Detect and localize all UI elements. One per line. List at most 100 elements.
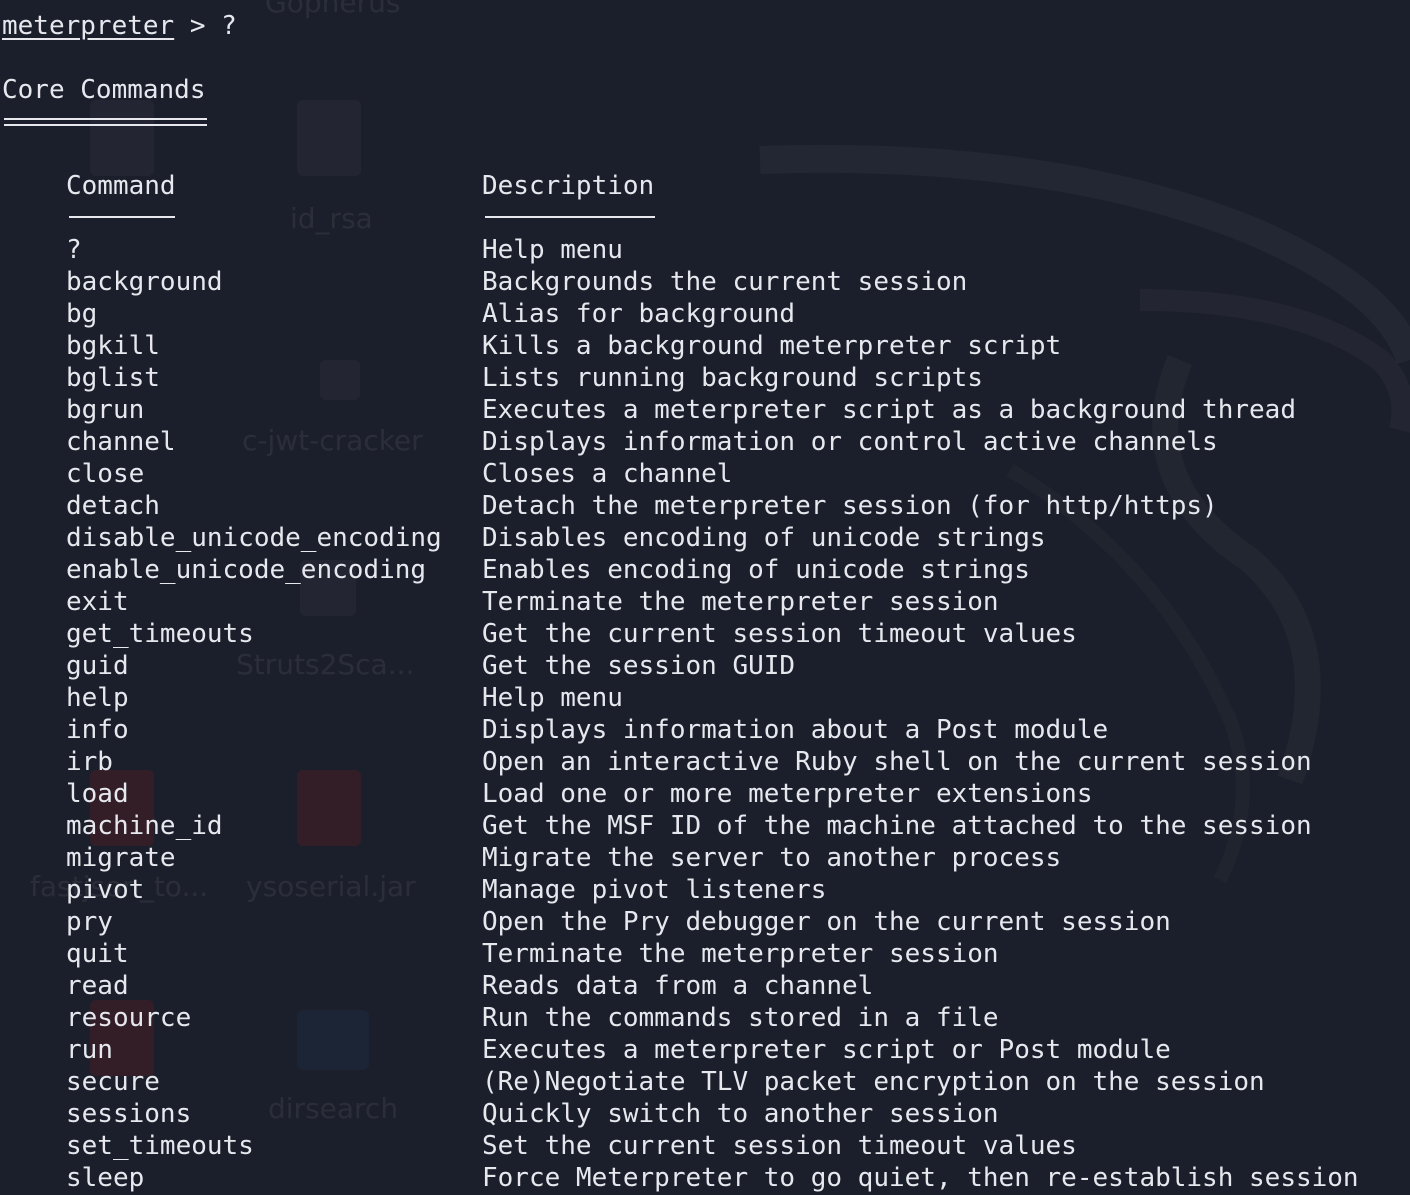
table-row: load Load one or more meterpreter extensi… xyxy=(0,778,1410,810)
command-name: get_timeouts xyxy=(66,619,254,649)
command-name: quit xyxy=(66,939,129,969)
command-description: Detach the meterpreter session (for http… xyxy=(482,491,1218,521)
command-name: migrate xyxy=(66,843,176,873)
command-description: Load one or more meterpreter extensions xyxy=(482,779,1093,809)
terminal-output[interactable]: meterpreter > ? Core Commands Command De… xyxy=(0,0,1410,1195)
command-description: Manage pivot listeners xyxy=(482,875,827,905)
command-name: disable_unicode_encoding xyxy=(66,523,442,553)
table-row: read Reads data from a channel xyxy=(0,970,1410,1002)
table-row: close Closes a channel xyxy=(0,458,1410,490)
command-description: Displays information or control active c… xyxy=(482,427,1218,457)
command-description: Get the current session timeout values xyxy=(482,619,1077,649)
command-name: ? xyxy=(66,235,82,265)
command-description: Backgrounds the current session xyxy=(482,267,968,297)
command-name: sleep xyxy=(66,1163,145,1193)
table-row: ? Help menu xyxy=(0,234,1410,266)
command-name: irb xyxy=(66,747,113,777)
table-row: bg Alias for background xyxy=(0,298,1410,330)
prompt-input: > ? xyxy=(174,11,237,41)
command-description: Run the commands stored in a file xyxy=(482,1003,999,1033)
table-row: detach Detach the meterpreter session (fo… xyxy=(0,490,1410,522)
command-description: Help menu xyxy=(482,683,623,713)
command-name: guid xyxy=(66,651,129,681)
command-description: Open the Pry debugger on the current ses… xyxy=(482,907,1171,937)
command-description: Quickly switch to another session xyxy=(482,1099,999,1129)
command-description: Migrate the server to another process xyxy=(482,843,1062,873)
table-row: migrate Migrate the server to another pro… xyxy=(0,842,1410,874)
table-row: set_timeouts Set the current session time… xyxy=(0,1130,1410,1162)
command-description: Reads data from a channel xyxy=(482,971,874,1001)
command-name: exit xyxy=(66,587,129,617)
column-header-description: Description xyxy=(482,171,655,201)
command-description: Alias for background xyxy=(482,299,796,329)
column-header-command: Command xyxy=(66,171,176,201)
table-row: machine_id Get the MSF ID of the machine … xyxy=(0,810,1410,842)
table-row: bglist Lists running background scripts xyxy=(0,362,1410,394)
table-row: run Executes a meterpreter script or Post… xyxy=(0,1034,1410,1066)
command-description: Executes a meterpreter script as a backg… xyxy=(482,395,1296,425)
command-name: bglist xyxy=(66,363,160,393)
command-description: Get the MSF ID of the machine attached t… xyxy=(482,811,1312,841)
command-description: Kills a background meterpreter script xyxy=(482,331,1062,361)
table-row: background Backgrounds the current sessio… xyxy=(0,266,1410,298)
command-description: Help menu xyxy=(482,235,623,265)
command-description: Displays information about a Post module xyxy=(482,715,1109,745)
command-name: background xyxy=(66,267,223,297)
section-title-underline xyxy=(4,118,207,126)
command-name: bg xyxy=(66,299,98,329)
command-description: Set the current session timeout values xyxy=(482,1131,1077,1161)
table-row: enable_unicode_encoding Enables encoding … xyxy=(0,554,1410,586)
command-name: pry xyxy=(66,907,113,937)
table-row: pry Open the Pry debugger on the current … xyxy=(0,906,1410,938)
table-row: exit Terminate the meterpreter session xyxy=(0,586,1410,618)
command-name: pivot xyxy=(66,875,145,905)
table-row: get_timeouts Get the current session time… xyxy=(0,618,1410,650)
command-name: channel xyxy=(66,427,176,457)
table-row: quit Terminate the meterpreter session xyxy=(0,938,1410,970)
table-row: sessions Quickly switch to another sessio… xyxy=(0,1098,1410,1130)
command-description: Disables encoding of unicode strings xyxy=(482,523,1046,553)
table-row: secure (Re)Negotiate TLV packet encryptio… xyxy=(0,1066,1410,1098)
command-name: load xyxy=(66,779,129,809)
table-row: disable_unicode_encoding Disables encodin… xyxy=(0,522,1410,554)
command-name: sessions xyxy=(66,1099,192,1129)
table-row: irb Open an interactive Ruby shell on the… xyxy=(0,746,1410,778)
command-description: Lists running background scripts xyxy=(482,363,983,393)
command-description: Closes a channel xyxy=(482,459,733,489)
command-description: Terminate the meterpreter session xyxy=(482,939,999,969)
table-row: help Help menu xyxy=(0,682,1410,714)
table-row: sleep Force Meterpreter to go quiet, then… xyxy=(0,1162,1410,1194)
command-name: bgkill xyxy=(66,331,160,361)
command-name: machine_id xyxy=(66,811,223,841)
command-description: Enables encoding of unicode strings xyxy=(482,555,1030,585)
table-row: pivot Manage pivot listeners xyxy=(0,874,1410,906)
command-name: set_timeouts xyxy=(66,1131,254,1161)
command-description: Force Meterpreter to go quiet, then re-e… xyxy=(482,1163,1359,1193)
table-row: channel Displays information or control a… xyxy=(0,426,1410,458)
command-description: Get the session GUID xyxy=(482,651,796,681)
command-name: bgrun xyxy=(66,395,145,425)
command-description: Open an interactive Ruby shell on the cu… xyxy=(482,747,1312,777)
command-name: run xyxy=(66,1035,113,1065)
command-name: info xyxy=(66,715,129,745)
command-name: help xyxy=(66,683,129,713)
command-name: enable_unicode_encoding xyxy=(66,555,427,585)
column-header-description-underline xyxy=(485,216,655,218)
prompt-line: meterpreter > ? xyxy=(2,10,237,42)
table-row: bgrun Executes a meterpreter script as a … xyxy=(0,394,1410,426)
command-name: resource xyxy=(66,1003,192,1033)
command-description: Terminate the meterpreter session xyxy=(482,587,999,617)
table-row: guid Get the session GUID xyxy=(0,650,1410,682)
table-row: resource Run the commands stored in a fil… xyxy=(0,1002,1410,1034)
table-row: info Displays information about a Post mo… xyxy=(0,714,1410,746)
column-header-command-underline xyxy=(69,216,175,218)
command-name: close xyxy=(66,459,145,489)
prompt-label: meterpreter xyxy=(2,11,175,41)
command-name: read xyxy=(66,971,129,1001)
command-name: secure xyxy=(66,1067,160,1097)
command-description: Executes a meterpreter script or Post mo… xyxy=(482,1035,1171,1065)
section-title: Core Commands xyxy=(2,75,206,105)
command-description: (Re)Negotiate TLV packet encryption on t… xyxy=(482,1067,1265,1097)
table-row: bgkill Kills a background meterpreter scr… xyxy=(0,330,1410,362)
command-name: detach xyxy=(66,491,160,521)
